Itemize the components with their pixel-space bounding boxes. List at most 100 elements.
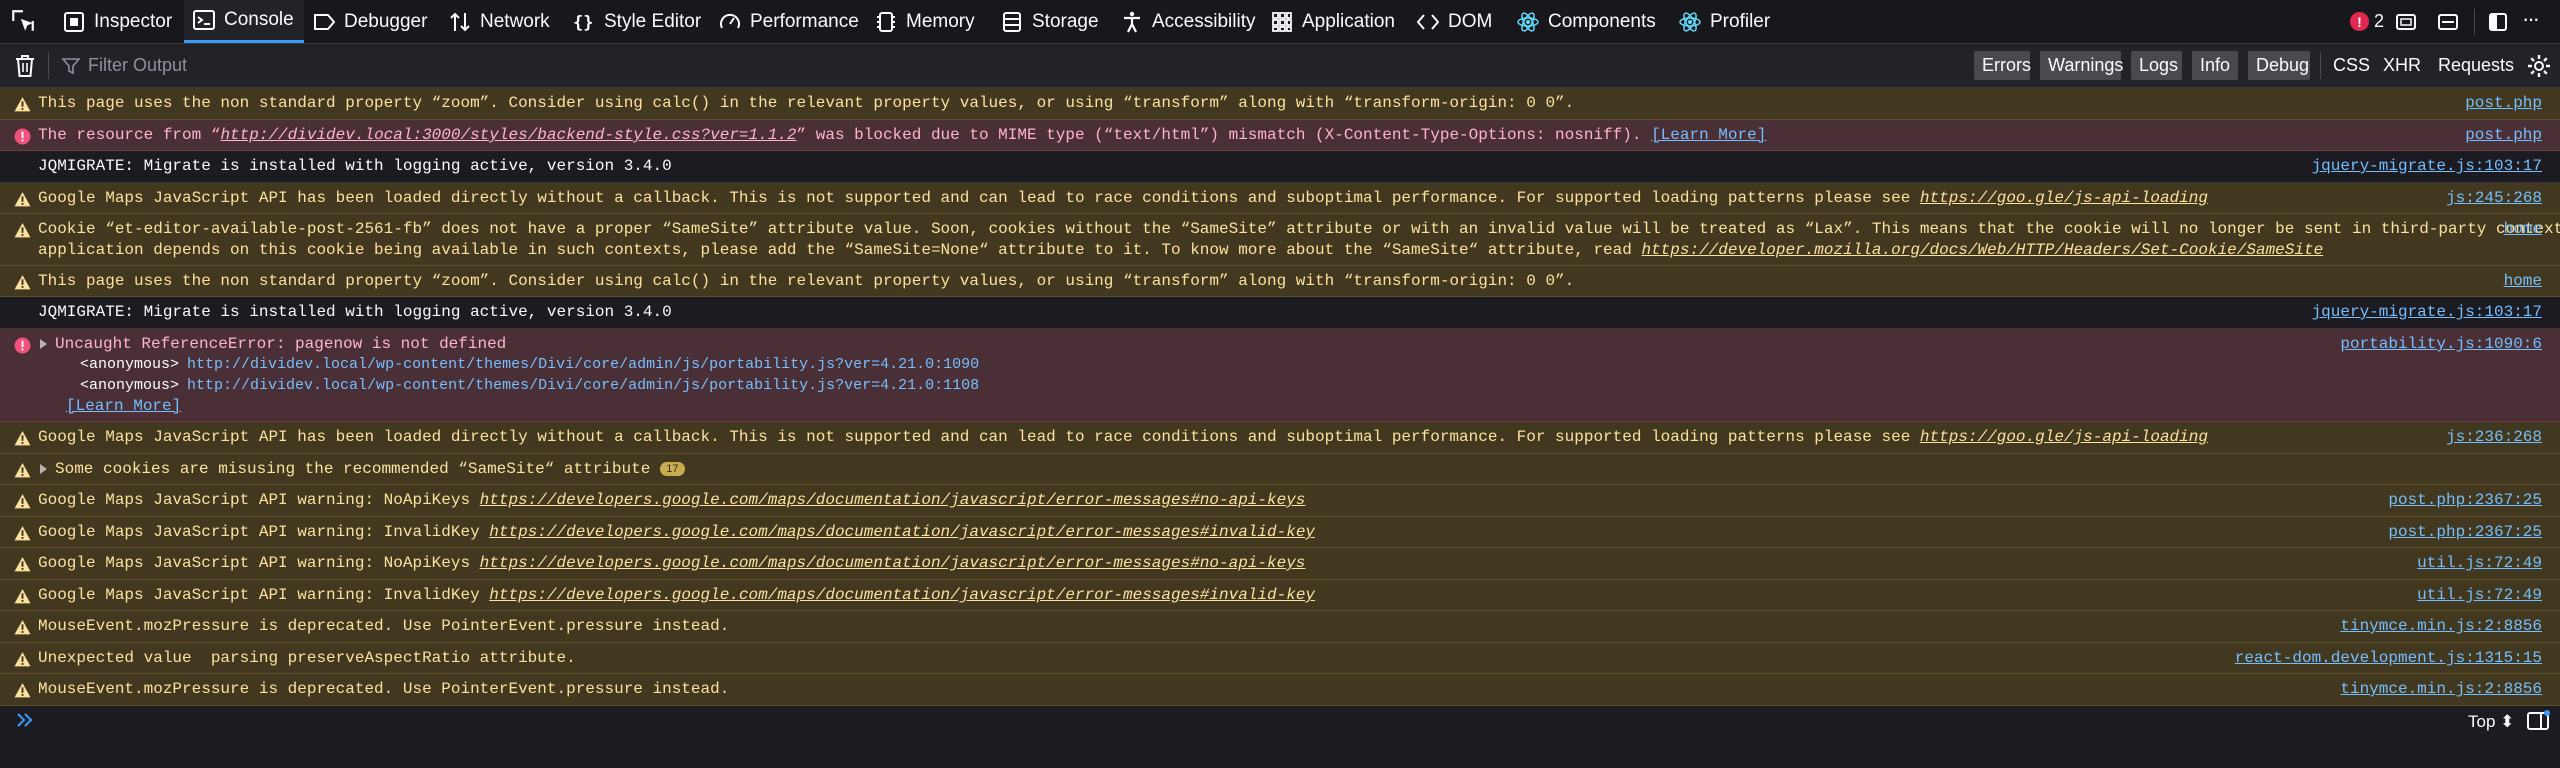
message-link[interactable]: https://developers.google.com/maps/docum… bbox=[489, 523, 1315, 541]
tab-debugger[interactable]: Debugger bbox=[312, 0, 427, 43]
message-link[interactable]: https://goo.gle/js-api-loading bbox=[1920, 189, 2208, 207]
message-text-part: The resource from “ bbox=[38, 126, 221, 144]
warning-icon bbox=[14, 525, 31, 542]
message-text-line: Cookie “et-editor-available-post-2561-fb… bbox=[38, 220, 2560, 238]
message-text: JQMIGRATE: Migrate is installed with log… bbox=[38, 157, 672, 175]
console-input[interactable]: Top ⬍ bbox=[0, 706, 2560, 737]
error-count-badge[interactable]: ! 2 bbox=[2350, 0, 2384, 43]
tab-label: Performance bbox=[750, 10, 859, 32]
expand-arrow-icon[interactable] bbox=[40, 463, 47, 474]
message-link[interactable]: http://dividev.local:3000/styles/backend… bbox=[220, 126, 796, 144]
warning-icon bbox=[14, 651, 31, 668]
message-source-link[interactable]: tinymce.min.js:2:8856 bbox=[2340, 674, 2542, 705]
warning-icon bbox=[14, 493, 31, 510]
stack-function: <anonymous> bbox=[80, 377, 180, 394]
warning-icon bbox=[14, 96, 31, 113]
message-source-link[interactable]: jquery-migrate.js:103:17 bbox=[2312, 297, 2542, 328]
tab-storage[interactable]: Storage bbox=[1000, 0, 1099, 43]
expand-arrow-icon[interactable] bbox=[40, 338, 47, 349]
filter-logs-button[interactable]: Logs bbox=[2131, 51, 2182, 80]
message-source-link[interactable]: post.php bbox=[2465, 120, 2542, 151]
tab-network[interactable]: Network bbox=[448, 0, 550, 43]
more-options-icon[interactable]: ··· bbox=[2522, 6, 2540, 32]
message-text: Google Maps JavaScript API warning: NoAp… bbox=[38, 548, 1305, 579]
dock-side-icon[interactable] bbox=[2486, 10, 2510, 34]
message-source-link[interactable]: js:245:268 bbox=[2446, 183, 2542, 214]
sidebar-toggle-icon[interactable] bbox=[2526, 710, 2550, 732]
tab-performance[interactable]: Performance bbox=[718, 0, 859, 43]
message-source-link[interactable]: tinymce.min.js:2:8856 bbox=[2340, 611, 2542, 642]
filter-xhr-button[interactable]: XHR bbox=[2383, 44, 2421, 87]
message-text-part: Google Maps JavaScript API warning: Inva… bbox=[38, 586, 490, 604]
message-text: Google Maps JavaScript API warning: Inva… bbox=[38, 580, 1315, 611]
chevron-prompt-icon bbox=[17, 713, 33, 727]
responsive-design-icon[interactable] bbox=[2394, 10, 2418, 34]
element-picker-icon[interactable] bbox=[10, 8, 36, 34]
tab-profiler[interactable]: Profiler bbox=[1678, 0, 1770, 43]
tab-label: Debugger bbox=[344, 10, 428, 32]
tab-style-editor[interactable]: Style Editor bbox=[572, 0, 701, 43]
repeat-count-badge: 17 bbox=[660, 461, 685, 476]
tab-console[interactable]: Console bbox=[184, 0, 304, 43]
tab-accessibility[interactable]: Accessibility bbox=[1120, 0, 1255, 43]
message-source-link[interactable]: js:236:268 bbox=[2446, 422, 2542, 453]
message-source-link[interactable]: util.js:72:49 bbox=[2417, 548, 2542, 579]
tab-label: Memory bbox=[906, 10, 975, 32]
filter-output-input[interactable] bbox=[88, 55, 688, 76]
filter-requests-button[interactable]: Requests bbox=[2438, 44, 2514, 87]
message-source-link[interactable]: home bbox=[2504, 266, 2542, 297]
message-text: MouseEvent.mozPressure is deprecated. Us… bbox=[38, 617, 730, 635]
tab-application[interactable]: Application bbox=[1270, 0, 1395, 43]
filter-info-button[interactable]: Info bbox=[2192, 51, 2238, 80]
console-message-warning: Google Maps JavaScript API has been load… bbox=[0, 183, 2560, 214]
warning-icon bbox=[14, 222, 31, 239]
console-message-warning: Google Maps JavaScript API has been load… bbox=[0, 422, 2560, 454]
tab-memory[interactable]: Memory bbox=[874, 0, 975, 43]
tab-label: Console bbox=[224, 9, 294, 30]
error-icon bbox=[14, 128, 31, 145]
message-source-link[interactable]: util.js:72:49 bbox=[2417, 580, 2542, 611]
message-text-part: Uncaught ReferenceError: pagenow is not … bbox=[55, 335, 507, 353]
performance-icon bbox=[718, 10, 742, 34]
memory-icon bbox=[874, 10, 898, 34]
filter-debug-button[interactable]: Debug bbox=[2248, 51, 2310, 80]
network-icon bbox=[448, 10, 472, 34]
stack-url[interactable]: http://dividev.local/wp-content/themes/D… bbox=[187, 356, 979, 373]
message-source-link[interactable]: portability.js:1090:6 bbox=[2340, 329, 2542, 360]
message-link[interactable]: https://developers.google.com/maps/docum… bbox=[489, 586, 1315, 604]
warning-icon bbox=[14, 430, 31, 447]
error-icon bbox=[14, 337, 31, 354]
tab-label: Profiler bbox=[1710, 10, 1771, 32]
message-link[interactable]: https://developer.mozilla.org/docs/Web/H… bbox=[1641, 241, 2323, 259]
screenshot-icon[interactable] bbox=[2436, 10, 2460, 34]
tab-label: Style Editor bbox=[604, 10, 702, 32]
console-message-error: The resource from “http://dividev.local:… bbox=[0, 120, 2560, 151]
gear-icon[interactable] bbox=[2527, 54, 2551, 78]
tab-components[interactable]: Components bbox=[1516, 0, 1656, 43]
message-link[interactable]: https://goo.gle/js-api-loading bbox=[1920, 428, 2208, 446]
filter-warnings-button[interactable]: Warnings bbox=[2040, 51, 2123, 80]
message-source-link[interactable]: post.php bbox=[2465, 88, 2542, 119]
message-link[interactable]: https://developers.google.com/maps/docum… bbox=[480, 554, 1306, 572]
message-source-link[interactable]: jquery-migrate.js:103:17 bbox=[2312, 151, 2542, 182]
tab-inspector[interactable]: Inspector bbox=[62, 0, 172, 43]
filter-errors-button[interactable]: Errors bbox=[1974, 51, 2031, 80]
filter-css-button[interactable]: CSS bbox=[2333, 44, 2370, 87]
message-source-link[interactable]: post.php:2367:25 bbox=[2388, 517, 2542, 548]
message-source-link[interactable]: home bbox=[2504, 219, 2542, 240]
tab-dom[interactable]: DOM bbox=[1416, 0, 1492, 43]
learn-more-link[interactable]: [Learn More] bbox=[1651, 126, 1766, 144]
application-icon bbox=[1270, 10, 1294, 34]
message-source-link[interactable]: post.php:2367:25 bbox=[2388, 485, 2542, 516]
console-message-warning: MouseEvent.mozPressure is deprecated. Us… bbox=[0, 611, 2560, 643]
trash-icon[interactable] bbox=[14, 54, 36, 78]
context-selector[interactable]: Top ⬍ bbox=[2468, 706, 2514, 737]
message-link[interactable]: https://developers.google.com/maps/docum… bbox=[480, 491, 1306, 509]
message-source-link[interactable]: react-dom.development.js:1315:15 bbox=[2235, 643, 2542, 674]
stack-url[interactable]: http://dividev.local/wp-content/themes/D… bbox=[187, 377, 979, 394]
console-message-warning: Google Maps JavaScript API warning: Inva… bbox=[0, 580, 2560, 611]
message-text-part: Google Maps JavaScript API warning: NoAp… bbox=[38, 554, 480, 572]
learn-more-link[interactable]: [Learn More] bbox=[66, 396, 181, 417]
inspector-icon bbox=[62, 10, 86, 34]
warning-icon bbox=[14, 588, 31, 605]
